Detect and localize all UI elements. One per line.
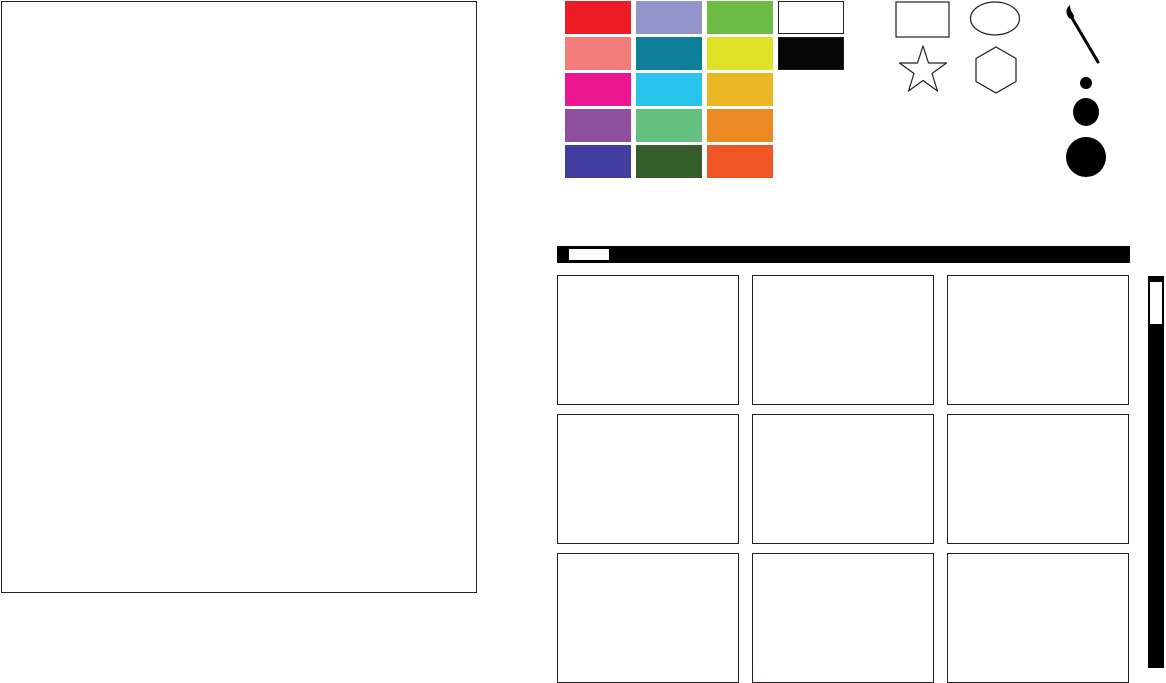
thumbnail-gallery: [557, 275, 1129, 683]
swatch-indigo[interactable]: [565, 145, 631, 178]
swatch-purple[interactable]: [565, 109, 631, 142]
swatch-teal[interactable]: [636, 37, 702, 70]
swatch-white[interactable]: [778, 1, 844, 34]
swatch-magenta[interactable]: [565, 73, 631, 106]
swatch-gold[interactable]: [707, 73, 773, 106]
horizontal-scrollbar[interactable]: [557, 246, 1130, 263]
brush-size-large[interactable]: [1066, 137, 1106, 177]
star-icon[interactable]: [897, 44, 949, 94]
vertical-scroll-thumb[interactable]: [1150, 282, 1162, 324]
swatch-orange[interactable]: [707, 109, 773, 142]
swatch-mint[interactable]: [636, 109, 702, 142]
rectangle-icon[interactable]: [895, 1, 951, 39]
vertical-scrollbar[interactable]: [1148, 276, 1164, 668]
brush-size-small[interactable]: [1080, 77, 1092, 89]
thumbnail-6[interactable]: [947, 414, 1129, 544]
horizontal-scroll-thumb[interactable]: [569, 249, 609, 260]
swatch-yellow[interactable]: [707, 37, 773, 70]
hexagon-icon[interactable]: [973, 45, 1019, 95]
swatch-lavender[interactable]: [636, 1, 702, 34]
brush-size-medium[interactable]: [1073, 98, 1099, 126]
swatch-red-orange[interactable]: [707, 145, 773, 178]
thumbnail-3[interactable]: [947, 275, 1129, 405]
drawing-canvas[interactable]: [1, 1, 477, 593]
thumbnail-5[interactable]: [752, 414, 934, 544]
thumbnail-7[interactable]: [557, 553, 739, 683]
thumbnail-8[interactable]: [752, 553, 934, 683]
thumbnail-4[interactable]: [557, 414, 739, 544]
swatch-red[interactable]: [565, 1, 631, 34]
thumbnail-9[interactable]: [947, 553, 1129, 683]
thumbnail-1[interactable]: [557, 275, 739, 405]
paintbrush-icon[interactable]: [1058, 2, 1104, 68]
color-palette: [565, 1, 844, 178]
swatch-dark-green[interactable]: [636, 145, 702, 178]
swatch-salmon[interactable]: [565, 37, 631, 70]
swatch-green[interactable]: [707, 1, 773, 34]
ellipse-icon[interactable]: [969, 0, 1022, 38]
swatch-sky-blue[interactable]: [636, 73, 702, 106]
thumbnail-2[interactable]: [752, 275, 934, 405]
swatch-black[interactable]: [778, 37, 844, 70]
